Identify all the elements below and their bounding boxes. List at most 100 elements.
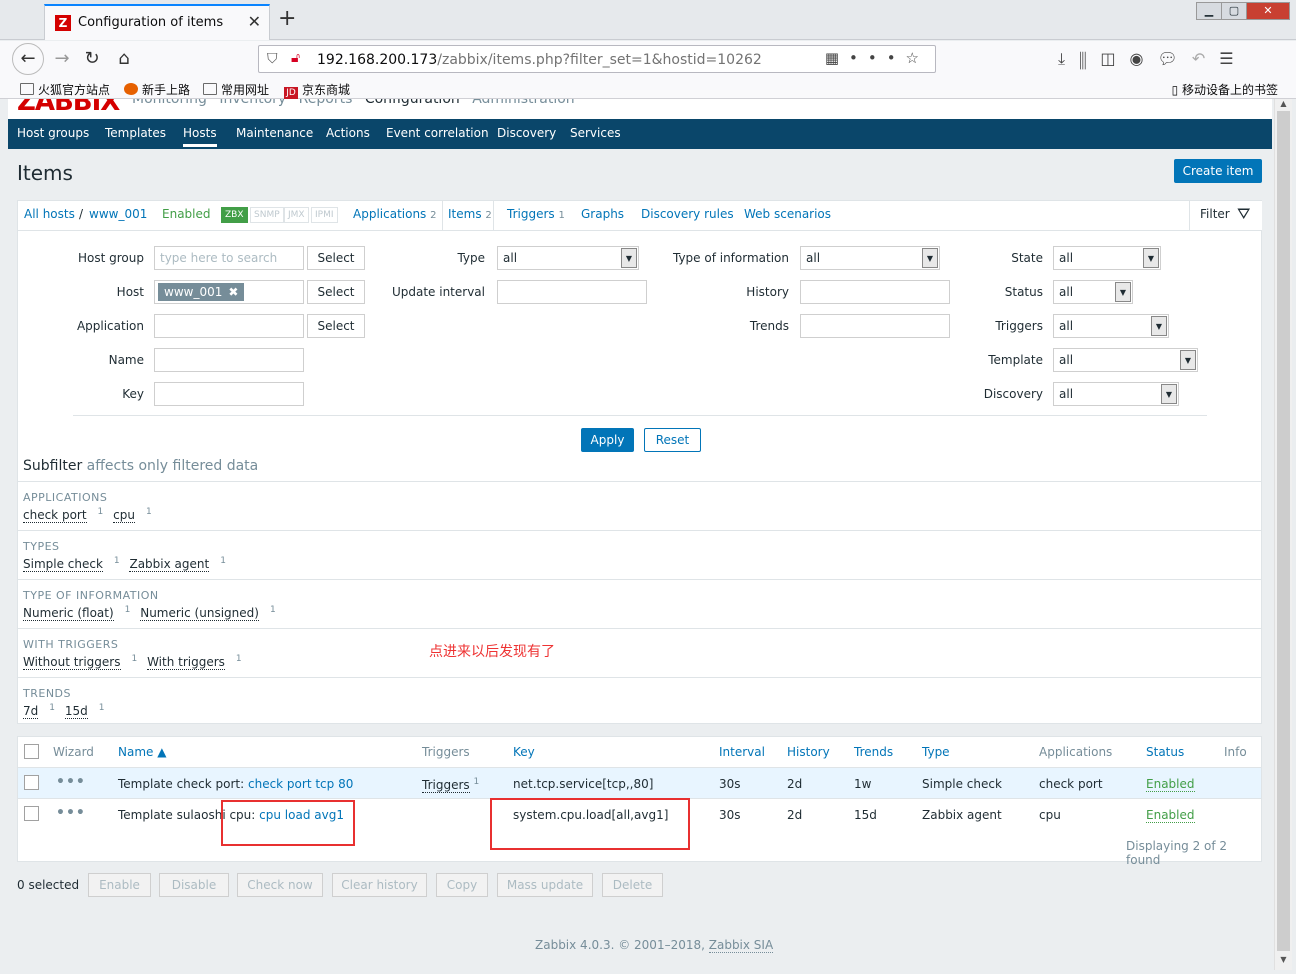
more-options-icon[interactable]: ••• [56, 774, 86, 790]
mobile-bookmarks[interactable]: ▯ 移动设备上的书签 [1172, 81, 1278, 98]
col-type[interactable]: Type [922, 745, 950, 759]
forward-arrow-icon[interactable]: → [48, 46, 76, 72]
reload-icon[interactable]: ↻ [78, 46, 106, 72]
enable-button[interactable]: Enable [88, 873, 151, 897]
items-tab[interactable]: Items 2 [442, 200, 494, 231]
all-hosts-link[interactable]: All hosts [24, 207, 75, 221]
menu-icon[interactable]: ☰ [1219, 49, 1247, 68]
submenu-templates[interactable]: Templates [105, 126, 166, 140]
menu-reports[interactable]: Reports [299, 99, 353, 107]
menu-inventory[interactable]: Inventory [219, 99, 286, 107]
subfilter-option[interactable]: cpu [113, 508, 135, 523]
update-interval-input[interactable] [497, 280, 647, 304]
discovery-rules-link[interactable]: Discovery rules [641, 207, 734, 221]
shield-icon[interactable]: ⛉ [267, 51, 278, 67]
status-toggle[interactable]: Enabled [1146, 777, 1195, 792]
col-status[interactable]: Status [1146, 745, 1184, 759]
graphs-link[interactable]: Graphs [581, 207, 624, 221]
insecure-connection-icon[interactable]: 🔓︎ [291, 50, 300, 66]
maximize-icon[interactable]: ▢ [1221, 2, 1247, 20]
template-link[interactable]: Template check port [118, 777, 240, 791]
trends-input[interactable] [800, 314, 950, 338]
back-arrow-icon[interactable]: ← [12, 43, 44, 75]
undo-icon[interactable]: ↶ [1192, 49, 1219, 68]
url-bar[interactable]: ⛉ 🔓︎ 192.168.200.173/zabbix/items.php?fi… [258, 45, 936, 73]
zabbix-logo[interactable]: ZABBIX [17, 99, 120, 117]
sidebar-icon[interactable]: ◫ [1100, 49, 1129, 68]
subfilter-option[interactable]: Numeric (unsigned) [140, 606, 259, 621]
applications-link[interactable]: Applications 2 [353, 207, 437, 221]
new-tab-icon[interactable]: + [278, 6, 296, 31]
col-name[interactable]: Name ▲ [118, 745, 166, 759]
minimize-icon[interactable]: ▁ [1196, 2, 1222, 20]
filter-tab[interactable]: Filter ⛛ [1189, 201, 1262, 231]
status-toggle[interactable]: Enabled [1146, 808, 1195, 823]
close-window-icon[interactable]: ✕ [1246, 2, 1290, 20]
triggers-select[interactable]: all ▼ [1053, 314, 1169, 338]
browser-tab[interactable]: Z Configuration of items ✕ [44, 4, 270, 40]
subfilter-option[interactable]: Numeric (float) [23, 606, 114, 621]
host-link[interactable]: www_001 [89, 207, 147, 221]
home-icon[interactable]: ⌂ [110, 46, 138, 72]
check-now-button[interactable]: Check now [237, 873, 323, 897]
type-select[interactable]: all ▼ [497, 246, 639, 270]
scroll-down-icon[interactable]: ▼ [1277, 955, 1290, 964]
host-group-select-button[interactable]: Select [307, 246, 365, 270]
bookmark-star-icon[interactable]: ☆ [906, 49, 929, 67]
subfilter-option[interactable]: Without triggers [23, 655, 121, 670]
items-link[interactable]: Items 2 [448, 207, 492, 221]
row-checkbox[interactable] [24, 775, 39, 790]
bookmark-item[interactable]: 火狐官方站点 [20, 81, 110, 98]
history-input[interactable] [800, 280, 950, 304]
delete-button[interactable]: Delete [602, 873, 663, 897]
col-trends[interactable]: Trends [854, 745, 893, 759]
web-scenarios-link[interactable]: Web scenarios [744, 207, 831, 221]
col-interval[interactable]: Interval [719, 745, 765, 759]
zabbix-sia-link[interactable]: Zabbix SIA [708, 938, 774, 953]
subfilter-option[interactable]: With triggers [147, 655, 225, 670]
application-input[interactable] [154, 314, 304, 338]
clear-history-button[interactable]: Clear history [332, 873, 427, 897]
subfilter-option[interactable]: 7d [23, 704, 39, 719]
page-actions-icon[interactable]: ••• [849, 49, 906, 67]
template-select[interactable]: all ▼ [1053, 348, 1198, 372]
bookmark-item[interactable]: JD 京东商城 [284, 81, 350, 99]
scroll-thumb[interactable] [1277, 111, 1290, 951]
triggers-link[interactable]: Triggers [422, 778, 470, 793]
qr-code-icon[interactable]: ▦ [825, 49, 849, 67]
bookmark-item[interactable]: 常用网址 [203, 81, 269, 98]
submenu-hosts[interactable]: Hosts [183, 126, 217, 147]
subfilter-option[interactable]: Zabbix agent [129, 557, 210, 572]
name-input[interactable] [154, 348, 304, 372]
col-key[interactable]: Key [513, 745, 535, 759]
discovery-select[interactable]: all ▼ [1053, 382, 1179, 406]
library-icon[interactable]: ⫼ [1079, 49, 1100, 68]
download-icon[interactable]: ⤓ [1058, 49, 1079, 68]
col-history[interactable]: History [787, 745, 830, 759]
menu-administration[interactable]: Administration [472, 99, 574, 107]
bookmark-item[interactable]: 新手上路 [124, 81, 190, 98]
page-scrollbar[interactable]: ▲ ▼ [1274, 99, 1292, 970]
submenu-host-groups[interactable]: Host groups [17, 126, 89, 140]
row-checkbox[interactable] [24, 806, 39, 821]
menu-configuration[interactable]: Configuration [365, 99, 460, 107]
host-select-button[interactable]: Select [307, 280, 365, 304]
state-select[interactable]: all ▼ [1053, 246, 1161, 270]
submenu-services[interactable]: Services [570, 126, 621, 140]
select-all-checkbox[interactable] [24, 744, 39, 759]
subfilter-option[interactable]: 15d [64, 704, 88, 719]
reset-button[interactable]: Reset [644, 428, 701, 452]
triggers-link[interactable]: Triggers 1 [507, 207, 565, 221]
disable-button[interactable]: Disable [159, 873, 229, 897]
submenu-discovery[interactable]: Discovery [497, 126, 556, 140]
item-name-link[interactable]: check port tcp 80 [248, 777, 353, 791]
scroll-up-icon[interactable]: ▲ [1277, 99, 1290, 108]
subfilter-option[interactable]: Simple check [23, 557, 103, 572]
create-item-button[interactable]: Create item [1174, 159, 1262, 183]
submenu-event-correlation[interactable]: Event correlation [386, 126, 489, 140]
account-icon[interactable]: ◉ [1130, 49, 1158, 68]
copy-button[interactable]: Copy [436, 873, 488, 897]
application-select-button[interactable]: Select [307, 314, 365, 338]
key-input[interactable] [154, 382, 304, 406]
apply-button[interactable]: Apply [581, 428, 634, 452]
